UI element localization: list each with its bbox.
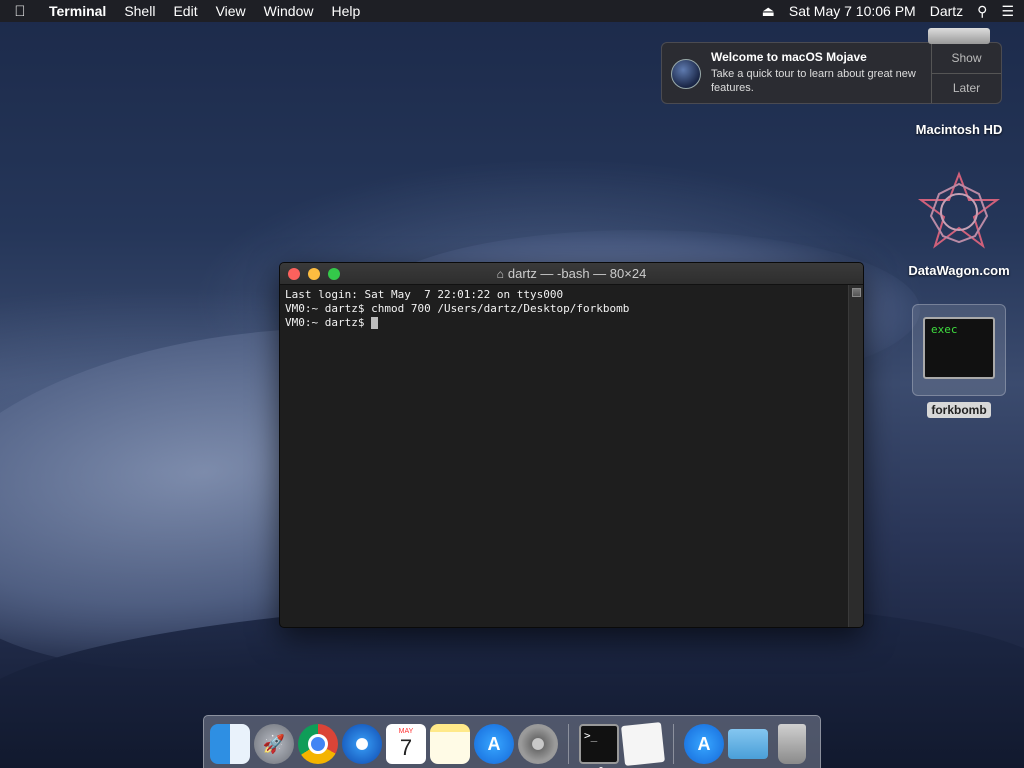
eject-icon[interactable]: ⏏ xyxy=(762,3,775,20)
spotlight-search-icon[interactable]: ⚲ xyxy=(977,3,987,20)
scrollbar[interactable] xyxy=(848,285,863,627)
mojave-app-icon xyxy=(671,59,701,89)
app-store-download-icon[interactable]: A xyxy=(684,724,724,764)
menu-edit[interactable]: Edit xyxy=(164,0,206,22)
notification-title: Welcome to macOS Mojave xyxy=(711,50,867,64)
datawagon-star-icon xyxy=(917,171,1001,249)
desktop-icon-label: Macintosh HD xyxy=(915,122,1003,137)
terminal-output[interactable]: Last login: Sat May 7 22:01:22 on ttys00… xyxy=(280,285,848,627)
home-folder-icon: ⌂ xyxy=(496,267,504,281)
apple-menu-icon[interactable]:  xyxy=(0,3,40,20)
desktop-icon-label: DataWagon.com xyxy=(908,263,1010,278)
window-title: ⌂ dartz — -bash — 80×24 xyxy=(280,266,863,281)
menu-shell[interactable]: Shell xyxy=(115,0,164,22)
app-store-icon[interactable]: A xyxy=(474,724,514,764)
calendar-icon[interactable]: MAY 7 xyxy=(386,724,426,764)
window-titlebar[interactable]: ⌂ dartz — -bash — 80×24 xyxy=(280,263,863,285)
notes-icon[interactable] xyxy=(430,724,470,764)
chrome-icon[interactable] xyxy=(298,724,338,764)
menu-help[interactable]: Help xyxy=(322,0,369,22)
trash-icon[interactable] xyxy=(778,724,806,764)
menu-window[interactable]: Window xyxy=(255,0,323,22)
terminal-app-icon[interactable]: >_ xyxy=(579,724,619,768)
desktop-icon-label: forkbomb xyxy=(927,402,991,418)
dock: 🚀 MAY 7 A >_ A xyxy=(203,715,821,768)
terminal-line: VM0:~ dartz$ chmod 700 /Users/dartz/Desk… xyxy=(285,302,630,315)
user-menu[interactable]: Dartz xyxy=(930,3,963,19)
system-preferences-icon[interactable] xyxy=(518,724,558,764)
executable-file-icon: exec xyxy=(923,317,995,379)
text-cursor xyxy=(371,317,379,329)
clock[interactable]: Sat May 7 10:06 PM xyxy=(789,3,916,19)
desktop-icon-macintosh-hd[interactable]: Macintosh HD xyxy=(900,28,1018,137)
safari-icon[interactable] xyxy=(342,724,382,764)
downloads-folder-icon[interactable] xyxy=(728,729,768,759)
notification-center-icon[interactable]: ☰ xyxy=(1001,3,1014,20)
status-area: ⏏ Sat May 7 10:06 PM Dartz ⚲ ☰ xyxy=(748,0,1014,22)
menu-bar:  Terminal Shell Edit View Window Help ⏏… xyxy=(0,0,1024,22)
finder-icon[interactable] xyxy=(210,724,250,764)
dock-separator xyxy=(568,724,569,764)
calendar-month: MAY xyxy=(398,727,414,735)
terminal-prompt: VM0:~ dartz$ xyxy=(285,316,372,329)
selection-highlight: exec xyxy=(912,304,1006,396)
calendar-day: 7 xyxy=(399,734,413,760)
notification-body: Take a quick tour to learn about great n… xyxy=(711,68,916,94)
dock-separator xyxy=(673,724,674,764)
menu-view[interactable]: View xyxy=(207,0,255,22)
hard-drive-icon xyxy=(928,28,990,44)
menu-terminal[interactable]: Terminal xyxy=(40,0,115,22)
terminal-prompt-line: VM0:~ dartz$ xyxy=(285,316,843,330)
launchpad-icon[interactable]: 🚀 xyxy=(254,724,294,764)
desktop-icon-datawagon[interactable]: DataWagon.com xyxy=(898,170,1020,278)
desktop-icon-forkbomb[interactable]: exec forkbomb xyxy=(912,304,1006,418)
window-title-text: dartz — -bash — 80×24 xyxy=(507,266,647,281)
textedit-icon[interactable] xyxy=(621,722,665,766)
terminal-glyph: >_ xyxy=(584,729,598,742)
split-pane-icon[interactable] xyxy=(851,288,861,297)
terminal-line: Last login: Sat May 7 22:01:22 on ttys00… xyxy=(285,288,564,301)
terminal-window[interactable]: ⌂ dartz — -bash — 80×24 Last login: Sat M… xyxy=(279,262,864,628)
